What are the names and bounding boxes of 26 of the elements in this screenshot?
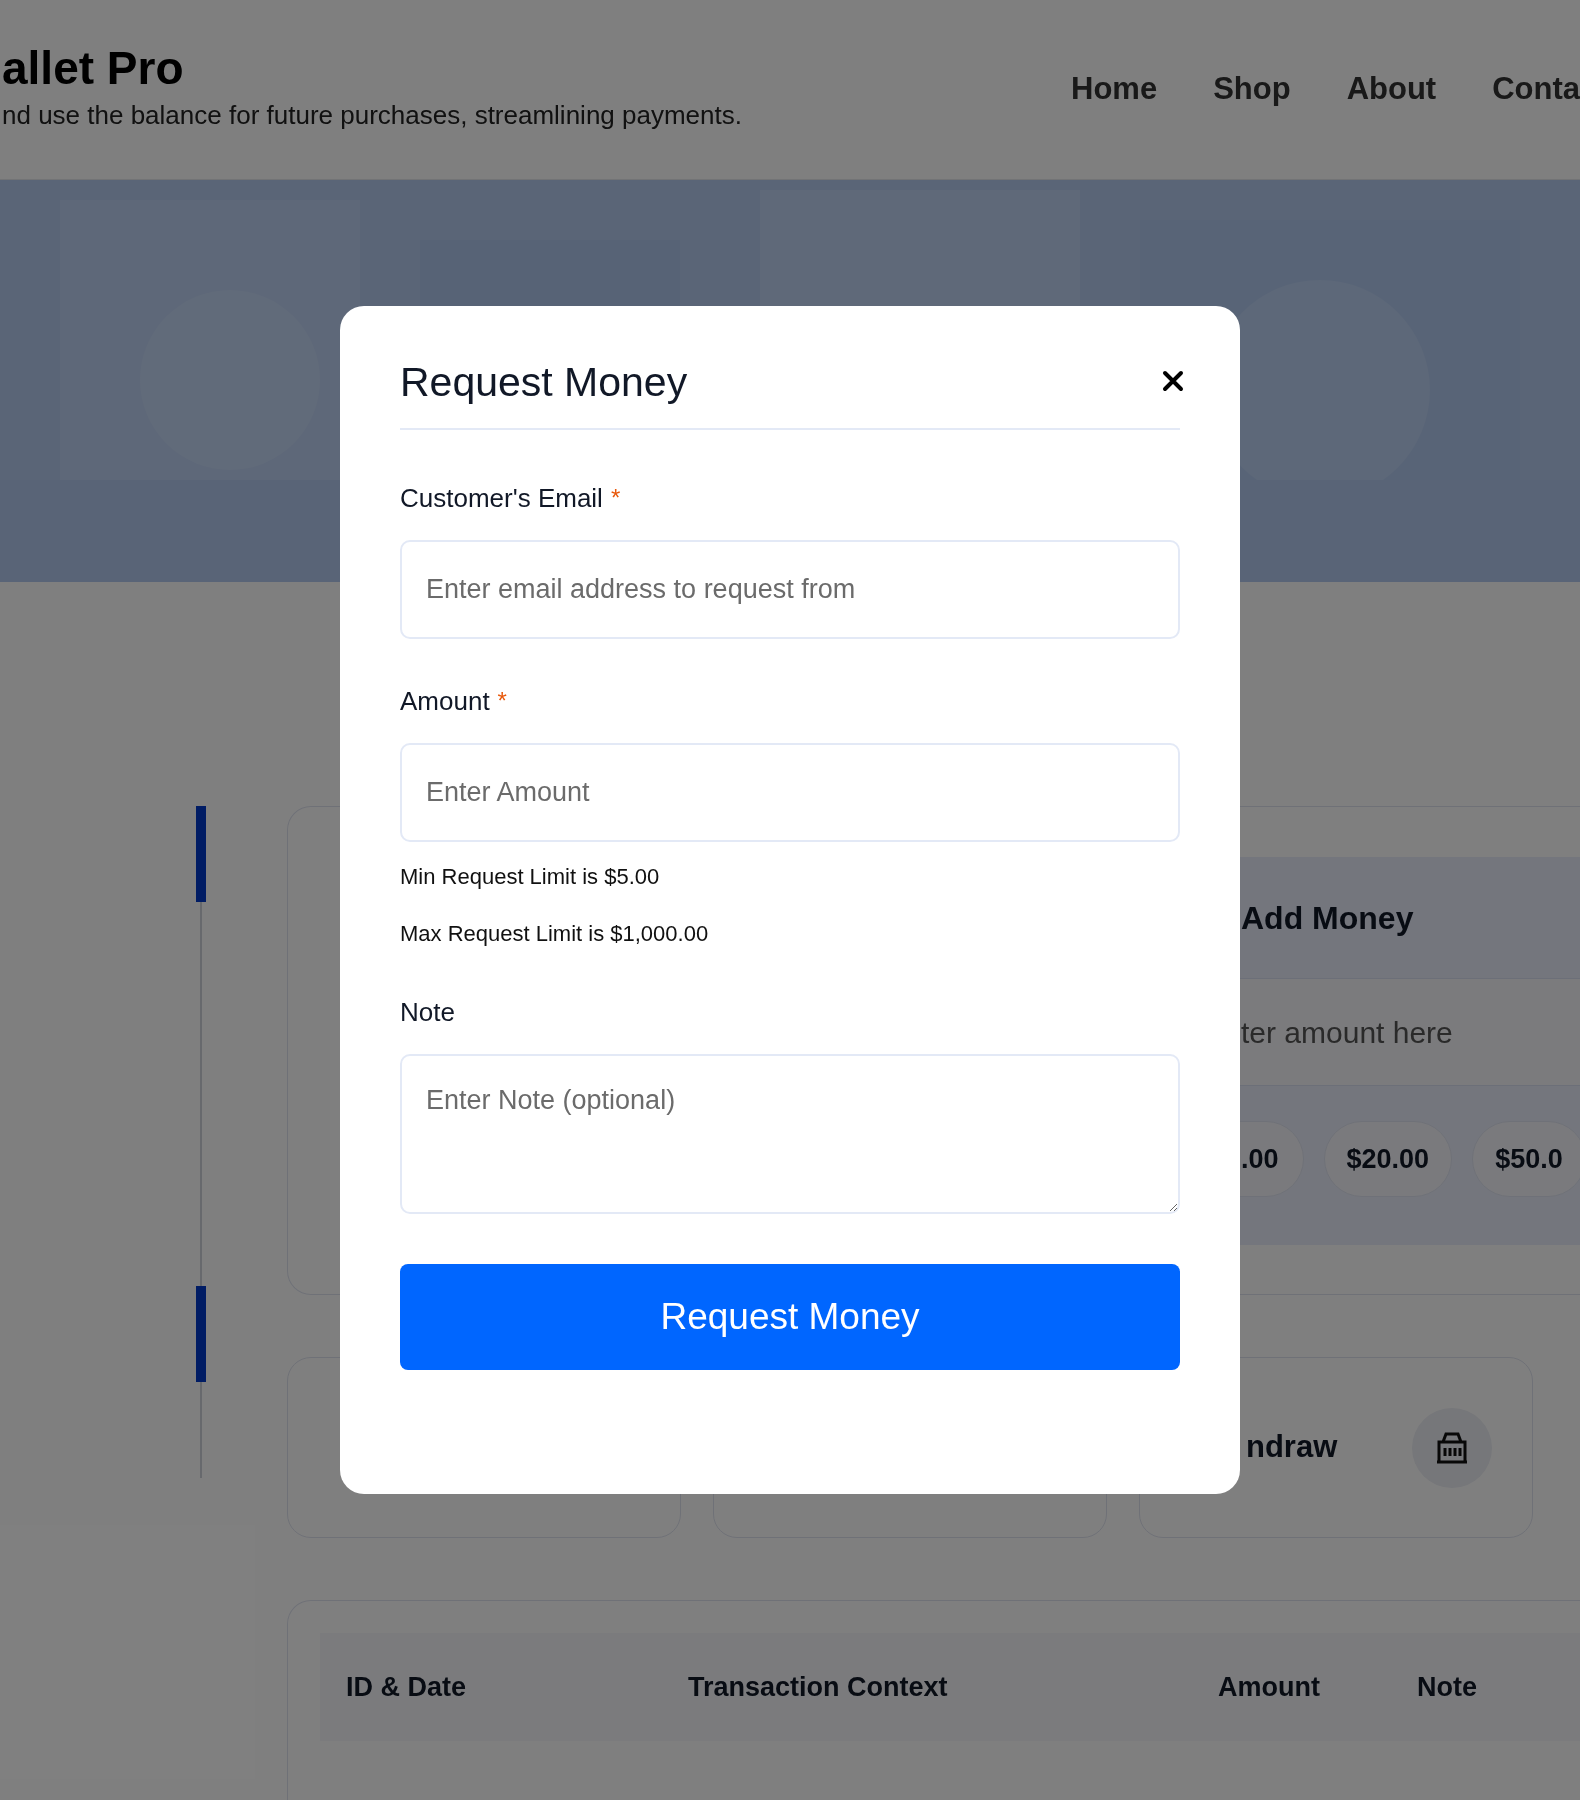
limit-hint: Min Request Limit is $5.00 — [400, 863, 661, 891]
request-money-button[interactable]: Request Money — [400, 1264, 1180, 1370]
nav-link[interactable]: Shop — [1213, 66, 1291, 113]
site-title: allet Pro — [2, 41, 185, 96]
preset-amount-button[interactable]: $50.0 — [1472, 1121, 1580, 1197]
nav-link[interactable]: Conta — [1492, 66, 1580, 113]
input-field[interactable]: Enter Amount — [400, 743, 1180, 842]
note-field[interactable]: Enter Note (optional) — [400, 1054, 1180, 1214]
field-label: Note — [400, 995, 455, 1029]
required-mark: * — [497, 686, 507, 716]
card-label: ndraw — [1246, 1428, 1338, 1467]
limit-hint: Max Request Limit is $1,000.00 — [400, 920, 710, 948]
column-header: Transaction Context — [688, 1670, 949, 1704]
column-header: Note — [1417, 1670, 1478, 1704]
nav-link[interactable]: About — [1346, 66, 1437, 113]
field-label: Customer's Email — [400, 481, 603, 515]
nav-link[interactable]: Home — [1071, 66, 1158, 113]
panel-title: Add Money — [1241, 898, 1414, 938]
column-header: Amount — [1218, 1670, 1321, 1704]
site-tagline: nd use the balance for future purchases, streamlining payments. — [2, 99, 742, 132]
field-label: Amount — [400, 684, 490, 718]
input-field[interactable]: Enter email address to request from — [400, 540, 1180, 639]
preset-amount-button[interactable]: $20.00 — [1323, 1121, 1453, 1197]
modal-title: Request Money — [400, 358, 688, 407]
column-header: ID & Date — [345, 1670, 468, 1704]
required-mark: * — [610, 483, 621, 513]
